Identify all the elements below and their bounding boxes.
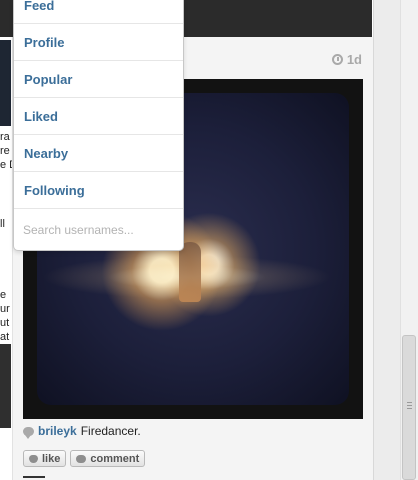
- post-caption: brileyk Firedancer.: [23, 424, 141, 439]
- post-time-label: 1d: [346, 52, 362, 67]
- menu-item-profile[interactable]: Profile: [14, 25, 183, 61]
- like-button[interactable]: like: [23, 450, 67, 467]
- comment-button-label: comment: [90, 452, 140, 465]
- search-usernames-input[interactable]: [23, 219, 173, 241]
- photo-figure: [179, 242, 201, 302]
- background-text: re: [0, 145, 10, 157]
- heart-icon: [29, 454, 38, 463]
- background-thumbnail[interactable]: [0, 40, 11, 126]
- comment-icon: [76, 454, 87, 463]
- comment-button[interactable]: comment: [70, 450, 146, 467]
- like-button-label: like: [42, 452, 61, 465]
- menu-item-feed[interactable]: Feed: [14, 0, 183, 24]
- next-post-edge: [23, 476, 45, 478]
- post-caption-text: Firedancer.: [80, 424, 141, 438]
- menu-item-liked[interactable]: Liked: [14, 99, 183, 135]
- right-gutter: [373, 0, 400, 480]
- background-thumbnail[interactable]: [0, 344, 11, 428]
- navigation-dropdown: Feed Profile Popular Liked Nearby Follow…: [13, 0, 184, 251]
- scrollbar-thumb[interactable]: [402, 335, 416, 480]
- background-text: ll: [0, 218, 5, 230]
- post-timestamp: 1d: [331, 52, 362, 67]
- comment-bubble-icon: [23, 426, 34, 439]
- background-text: e: [0, 289, 7, 301]
- menu-item-popular[interactable]: Popular: [14, 62, 183, 98]
- clock-icon: [331, 54, 343, 65]
- background-text: ra: [0, 131, 10, 143]
- background-text: e D: [0, 159, 12, 171]
- menu-item-nearby[interactable]: Nearby: [14, 136, 183, 172]
- background-text: at: [0, 331, 10, 343]
- menu-item-following[interactable]: Following: [14, 173, 183, 209]
- post-actions: like comment: [23, 450, 146, 467]
- scrollbar-grip-icon: [407, 402, 412, 403]
- background-text: ur: [0, 303, 10, 315]
- post-username-link[interactable]: brileyk: [38, 424, 77, 438]
- background-text: ut: [0, 317, 10, 329]
